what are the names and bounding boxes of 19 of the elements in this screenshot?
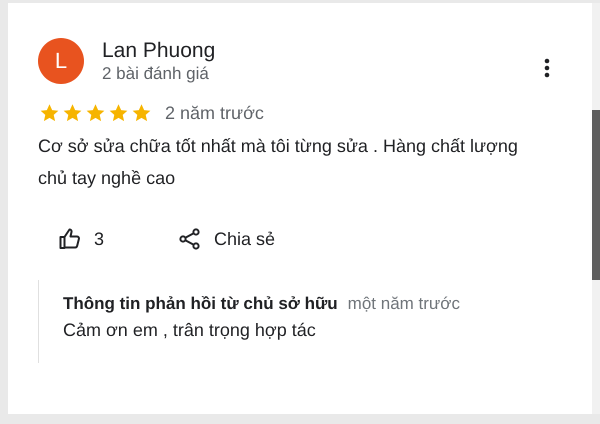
- review-text: Cơ sở sửa chữa tốt nhất mà tôi từng sửa . Hàng chất lượng chủ tay nghề cao: [38, 135, 519, 190]
- star-icon: [38, 102, 61, 124]
- like-button[interactable]: 3: [58, 227, 178, 251]
- scrollbar[interactable]: [592, 3, 600, 414]
- share-icon: [178, 227, 202, 251]
- author-name[interactable]: Lan Phuong: [102, 38, 216, 63]
- reply-title: Thông tin phản hồi từ chủ sở hữu: [63, 294, 338, 314]
- thumbs-up-icon: [58, 227, 82, 251]
- reply-text: Cảm ơn em , trân trọng hợp tác: [63, 320, 317, 341]
- avatar[interactable]: L: [38, 38, 84, 84]
- star-icon: [130, 102, 153, 124]
- review-count: 2 bài đánh giá: [102, 63, 210, 84]
- star-icon: [107, 102, 130, 124]
- more-options-icon[interactable]: [544, 58, 550, 78]
- reply-time: một năm trước: [348, 294, 460, 314]
- star-icon: [61, 102, 84, 124]
- review-time: 2 năm trước: [165, 102, 264, 124]
- share-button[interactable]: Chia sẻ: [178, 227, 276, 251]
- star-icon: [84, 102, 107, 124]
